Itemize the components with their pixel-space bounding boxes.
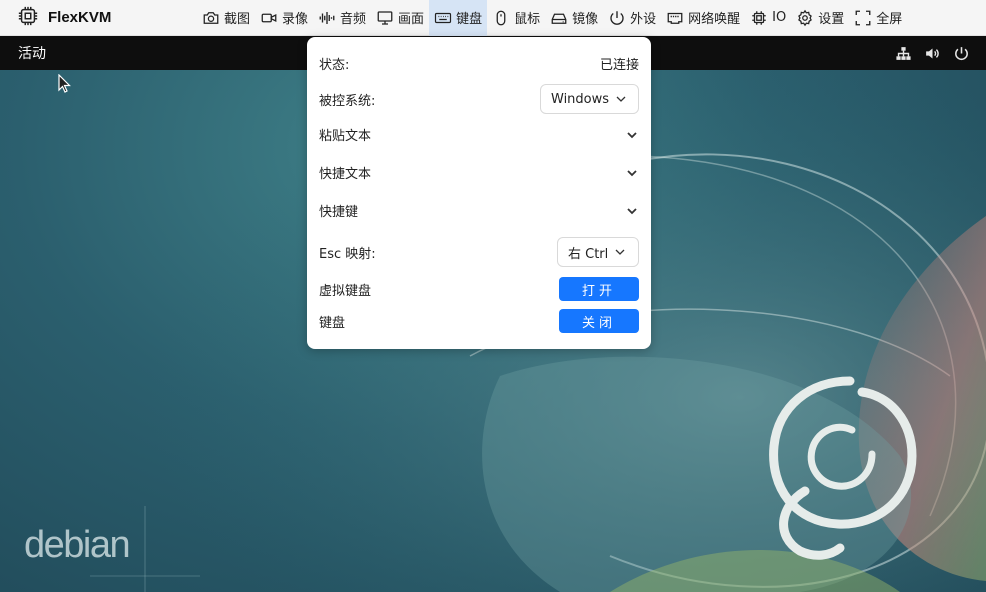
esc-mapping-select[interactable]: 右 Ctrl (557, 237, 639, 267)
mouse-cursor-icon (58, 74, 71, 93)
toolbar-display[interactable]: 画面 (371, 0, 429, 36)
esc-mapping-row: Esc 映射: 右 Ctrl (319, 237, 639, 267)
toolbar-screenshot[interactable]: 截图 (197, 0, 255, 36)
kvm-chip-icon (17, 5, 39, 31)
paste-text-row[interactable]: 粘贴文本 (319, 125, 639, 144)
monitor-icon (377, 10, 393, 25)
video-icon (261, 13, 277, 22)
os-select[interactable]: Windows (540, 84, 639, 114)
hotkey-label: 快捷键 (319, 205, 359, 220)
status-label: 状态: (319, 58, 350, 73)
toolbar-peripheral[interactable]: 外设 (603, 0, 661, 36)
toolbar-menu: 截图 录像 音频 画面 键盘 鼠标 镜像 外设 网络唤醒 IO 设置 全屏 (197, 0, 907, 36)
status-row: 状态: 已连接 (319, 54, 639, 73)
mouse-icon (496, 10, 506, 25)
power-icon[interactable] (953, 45, 970, 62)
keyboard-label: 键盘 (319, 315, 346, 331)
fullscreen-icon (855, 10, 871, 25)
virtual-keyboard-label: 虚拟键盘 (319, 283, 372, 299)
toolbar-wol[interactable]: 网络唤醒 (661, 0, 745, 36)
os-row: 被控系统: Windows (319, 84, 639, 114)
chevron-down-icon (615, 249, 625, 255)
keyboard-icon (434, 12, 452, 23)
disk-icon (551, 13, 567, 24)
esc-mapping-label: Esc 映射: (319, 246, 376, 262)
volume-icon[interactable] (924, 45, 941, 62)
shortcut-text-row[interactable]: 快捷文本 (319, 163, 639, 182)
power-icon (610, 10, 624, 25)
keyboard-row: 键盘 关闭 (319, 309, 639, 333)
toolbar-audio[interactable]: 音频 (313, 0, 371, 36)
hotkey-row[interactable]: 快捷键 (319, 201, 639, 220)
toolbar-io[interactable]: IO (745, 0, 791, 36)
top-toolbar: FlexKVM 截图 录像 音频 画面 键盘 鼠标 镜像 外设 网络唤醒 IO … (0, 0, 986, 36)
open-virtual-keyboard-button[interactable]: 打开 (559, 277, 639, 301)
chevron-down-icon (627, 131, 637, 138)
esc-mapping-value: 右 Ctrl (568, 246, 609, 262)
shortcut-text-label: 快捷文本 (319, 167, 372, 182)
toolbar-mouse[interactable]: 鼠标 (487, 0, 545, 36)
toolbar-record[interactable]: 录像 (255, 0, 313, 36)
brand-name: FlexKVM (48, 9, 112, 26)
toolbar-image[interactable]: 镜像 (545, 0, 603, 36)
camera-icon (203, 11, 219, 24)
chevron-down-icon (616, 96, 626, 102)
toolbar-fullscreen[interactable]: 全屏 (849, 0, 907, 36)
close-keyboard-button[interactable]: 关闭 (559, 309, 639, 333)
os-label: 被控系统: (319, 93, 376, 109)
system-tray (895, 36, 970, 70)
virtual-keyboard-row: 虚拟键盘 打开 (319, 277, 639, 301)
activities-button[interactable]: 活动 (18, 43, 46, 63)
chip-icon (752, 10, 766, 25)
network-icon[interactable] (895, 45, 912, 62)
chevron-down-icon (627, 169, 637, 176)
status-value: 已连接 (599, 58, 639, 73)
toolbar-settings[interactable]: 设置 (791, 0, 849, 36)
network-port-icon (667, 12, 683, 24)
debian-logo-text: debian (24, 524, 131, 566)
chevron-down-icon (627, 207, 637, 214)
toolbar-keyboard[interactable]: 键盘 (429, 0, 488, 36)
paste-text-label: 粘贴文本 (319, 129, 372, 144)
audio-wave-icon (319, 11, 335, 24)
keyboard-panel: 状态: 已连接 被控系统: Windows 粘贴文本 快捷文本 快捷键 Esc … (307, 37, 651, 349)
os-select-value: Windows (551, 91, 610, 107)
gear-icon (798, 9, 813, 26)
brand: FlexKVM (17, 5, 197, 31)
